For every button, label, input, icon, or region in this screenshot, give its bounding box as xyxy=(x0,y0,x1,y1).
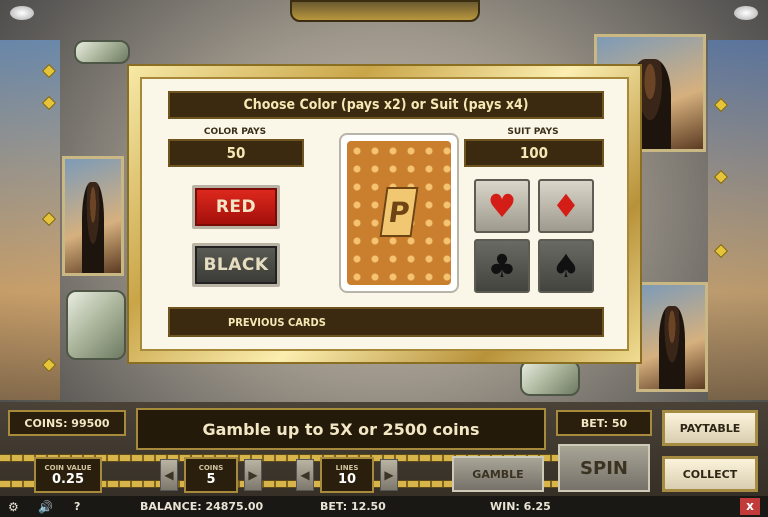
previous-cards-bar: PREVIOUS CARDS xyxy=(168,307,604,337)
coins-balance: COINS: 99500 xyxy=(8,410,126,436)
lines-stepper: LINES 10 xyxy=(320,457,374,493)
gamble-dialog-body: Choose Color (pays x2) or Suit (pays x4)… xyxy=(140,77,629,351)
card-back: P xyxy=(347,141,451,285)
clubs-button[interactable]: ♣ xyxy=(474,239,530,293)
diamond-icon: ♦ xyxy=(551,187,581,225)
coin-value-display: COIN VALUE 0.25 xyxy=(34,457,102,493)
win-display: WIN: 6.25 xyxy=(490,500,551,513)
ceiling-lamp xyxy=(734,6,758,20)
status-bar: ⚙ 🔊 ? BALANCE: 24875.00 BET: 12.50 WIN: … xyxy=(0,496,768,517)
coin-value-label: COIN VALUE xyxy=(44,463,92,472)
lines-stepper-label: LINES xyxy=(335,463,359,472)
coins-decrease-button[interactable]: ◀ xyxy=(160,459,178,491)
chevron-right-icon: ▶ xyxy=(384,468,394,482)
spades-button[interactable]: ♠ xyxy=(538,239,594,293)
coins-stepper-label: COINS xyxy=(198,463,224,472)
card-logo-icon: P xyxy=(379,187,419,237)
gamble-title: Choose Color (pays x2) or Suit (pays x4) xyxy=(168,91,604,119)
money-roll-symbol xyxy=(520,360,580,396)
balance-display: BALANCE: 24875.00 xyxy=(140,500,264,513)
ceiling-lamp xyxy=(10,6,34,20)
color-pays-value: 50 xyxy=(168,139,304,167)
portrait-woman-left xyxy=(62,156,124,276)
gamble-dialog: Choose Color (pays x2) or Suit (pays x4)… xyxy=(127,64,642,364)
help-icon[interactable]: ? xyxy=(74,500,80,513)
gamble-card: P xyxy=(339,133,459,293)
hearts-button[interactable]: ♥ xyxy=(474,179,530,233)
chevron-left-icon: ◀ xyxy=(300,468,310,482)
suit-pays-value: 100 xyxy=(464,139,604,167)
coins-stepper: COINS 5 xyxy=(184,457,238,493)
bet-total-display: BET: 12.50 xyxy=(320,500,386,513)
suit-pays-label: SUIT PAYS xyxy=(507,127,559,137)
diamonds-button[interactable]: ♦ xyxy=(538,179,594,233)
message-display: Gamble up to 5X or 2500 coins xyxy=(136,408,546,450)
red-button[interactable]: RED xyxy=(192,185,280,229)
club-icon: ♣ xyxy=(487,247,517,285)
coin-value-value: 0.25 xyxy=(51,471,85,487)
sound-icon[interactable]: 🔊 xyxy=(38,500,53,514)
money-roll-symbol xyxy=(66,290,126,360)
lines-decrease-button[interactable]: ◀ xyxy=(296,459,314,491)
chevron-right-icon: ▶ xyxy=(248,468,258,482)
coins-stepper-value: 5 xyxy=(206,471,216,487)
portrait-woman-right xyxy=(636,282,708,392)
money-roll-symbol xyxy=(74,40,130,64)
settings-icon[interactable]: ⚙ xyxy=(8,500,19,514)
collect-button[interactable]: COLLECT xyxy=(662,456,758,492)
paytable-button[interactable]: PAYTABLE xyxy=(662,410,758,446)
spin-button[interactable]: SPIN xyxy=(558,444,650,492)
spade-icon: ♠ xyxy=(551,247,581,285)
lines-increase-button[interactable]: ▶ xyxy=(380,459,398,491)
top-ornament xyxy=(290,0,480,22)
chevron-left-icon: ◀ xyxy=(164,468,174,482)
coins-increase-button[interactable]: ▶ xyxy=(244,459,262,491)
city-backdrop-right xyxy=(708,40,768,400)
heart-icon: ♥ xyxy=(487,187,517,225)
bet-display: BET: 50 xyxy=(556,410,652,436)
close-button[interactable]: x xyxy=(740,498,760,515)
lines-stepper-value: 10 xyxy=(337,471,357,487)
black-button[interactable]: BLACK xyxy=(192,243,280,287)
gamble-button[interactable]: GAMBLE xyxy=(452,456,544,492)
color-pays-label: COLOR PAYS xyxy=(203,127,267,137)
